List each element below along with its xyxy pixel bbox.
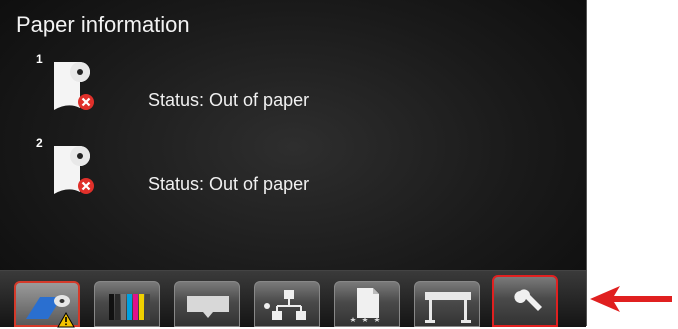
bottom-toolbar bbox=[0, 270, 586, 328]
printer-icon bbox=[425, 292, 471, 323]
jobs-tab-button[interactable] bbox=[334, 281, 400, 327]
paper-tab-button[interactable] bbox=[14, 281, 80, 328]
annotation-arrow-icon bbox=[590, 286, 672, 312]
page-title: Paper information bbox=[16, 12, 190, 37]
output-tray-icon bbox=[187, 296, 229, 318]
error-icon bbox=[78, 94, 94, 110]
job-queue-icon bbox=[350, 288, 380, 322]
roll-1-entry[interactable]: 1 Status: Out of paper bbox=[36, 52, 366, 122]
paper-roll-icon bbox=[48, 58, 108, 120]
printer-tab-button[interactable] bbox=[414, 281, 480, 327]
roll-number: 2 bbox=[36, 136, 43, 150]
ink-cartridges-icon bbox=[109, 294, 150, 320]
network-icon bbox=[264, 290, 306, 320]
roll-status: Status: Out of paper bbox=[148, 174, 310, 194]
roll-2-entry[interactable]: 2 Status: Out of paper bbox=[36, 136, 366, 206]
network-tab-button[interactable] bbox=[254, 281, 320, 327]
roll-number: 1 bbox=[36, 52, 43, 66]
paper-roll-warning-icon bbox=[26, 295, 75, 328]
output-tab-button[interactable] bbox=[174, 281, 240, 327]
printer-front-panel: Paper information 1 Status: Out of paper… bbox=[0, 0, 587, 328]
paper-roll-icon bbox=[48, 142, 108, 204]
wrench-icon bbox=[514, 289, 542, 311]
roll-status: Status: Out of paper bbox=[148, 90, 310, 110]
error-icon bbox=[78, 178, 94, 194]
ink-tab-button[interactable] bbox=[94, 281, 160, 327]
setup-tab-button[interactable] bbox=[492, 275, 558, 327]
